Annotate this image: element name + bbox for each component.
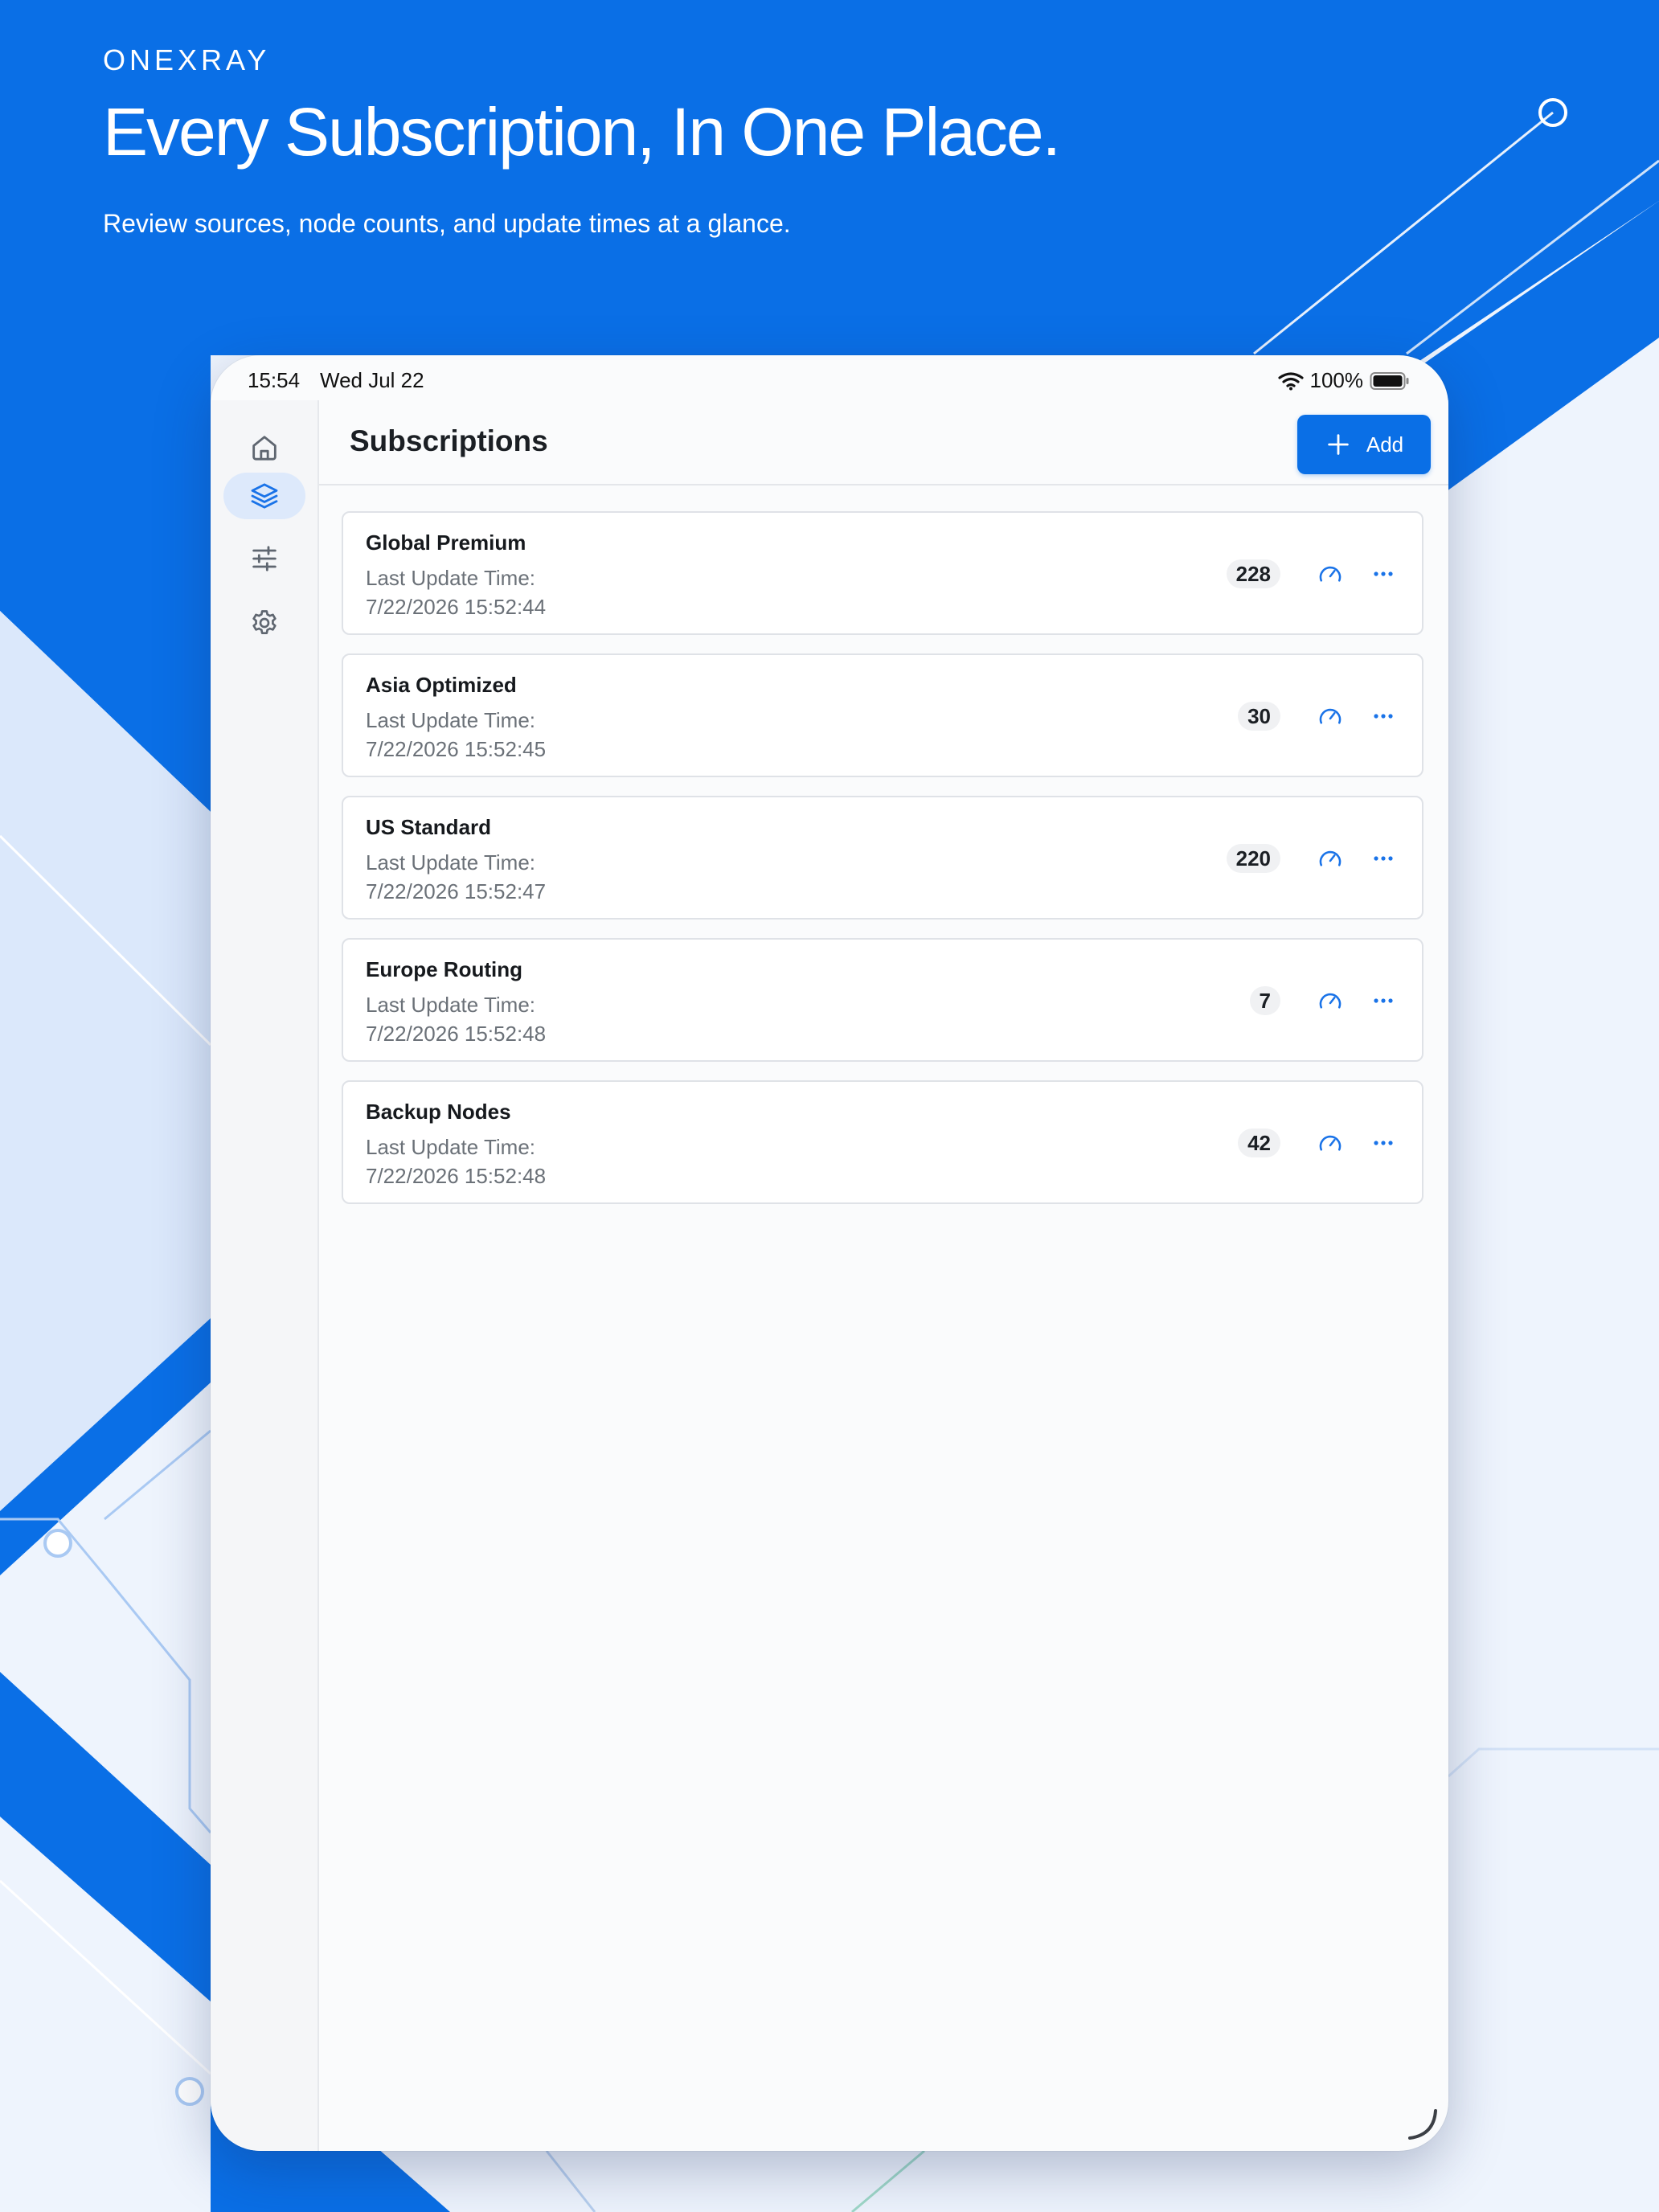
- page-header: Subscriptions Add: [319, 400, 1448, 485]
- add-button-label: Add: [1366, 432, 1404, 457]
- last-update-label: Last Update Time:: [366, 566, 535, 590]
- subheadline: Review sources, node counts, and update …: [103, 209, 791, 238]
- layers-icon: [251, 483, 278, 509]
- last-update-label: Last Update Time:: [366, 993, 535, 1017]
- subscription-card-asia-optimized[interactable]: Asia Optimized Last Update Time: 7/22/20…: [342, 653, 1423, 777]
- brand-name: ONEXRAY: [103, 43, 271, 76]
- plus-icon: [1328, 434, 1349, 455]
- subscription-list: Global Premium Last Update Time: 7/22/20…: [342, 511, 1423, 1223]
- subscription-card-backup-nodes[interactable]: Backup Nodes Last Update Time: 7/22/2026…: [342, 1080, 1423, 1204]
- headline: Every Subscription, In One Place.: [103, 94, 1061, 170]
- node-count-badge: 228: [1226, 559, 1280, 588]
- sidebar-item-home[interactable]: [223, 424, 305, 471]
- sidebar-item-routing[interactable]: [223, 535, 305, 582]
- subscription-name: Global Premium: [366, 530, 526, 555]
- main-content: Subscriptions Add Global Premium Last Up…: [319, 400, 1448, 2151]
- more-icon[interactable]: [1369, 561, 1398, 587]
- subscription-card-global-premium[interactable]: Global Premium Last Update Time: 7/22/20…: [342, 511, 1423, 635]
- subscription-name: Europe Routing: [366, 957, 522, 981]
- status-bar: 15:54 Wed Jul 22 100%: [211, 355, 1448, 400]
- last-update-label: Last Update Time:: [366, 850, 535, 875]
- speedtest-icon[interactable]: [1316, 559, 1345, 588]
- last-update-time: 7/22/2026 15:52:47: [366, 879, 547, 903]
- gear-icon: [252, 610, 276, 634]
- sidebar-item-settings[interactable]: [223, 600, 305, 646]
- tablet-frame: 15:54 Wed Jul 22 100% Subscriptions Add …: [211, 355, 1448, 2151]
- home-icon: [252, 436, 276, 461]
- sidebar-item-subscriptions[interactable]: [223, 473, 305, 519]
- subscription-card-europe-routing[interactable]: Europe Routing Last Update Time: 7/22/20…: [342, 938, 1423, 1062]
- wifi-icon: [1277, 371, 1304, 390]
- speedtest-icon[interactable]: [1316, 702, 1345, 731]
- subscription-name: Backup Nodes: [366, 1100, 511, 1124]
- more-icon[interactable]: [1369, 1130, 1398, 1156]
- battery-icon: [1370, 371, 1409, 390]
- page-title: Subscriptions: [350, 424, 548, 457]
- last-update-label: Last Update Time:: [366, 708, 535, 732]
- speedtest-icon[interactable]: [1316, 986, 1345, 1015]
- resize-handle-icon[interactable]: [1402, 2104, 1442, 2144]
- last-update-time: 7/22/2026 15:52:44: [366, 595, 547, 619]
- speedtest-icon[interactable]: [1316, 1129, 1345, 1157]
- more-icon[interactable]: [1369, 846, 1398, 871]
- last-update-time: 7/22/2026 15:52:45: [366, 737, 547, 761]
- more-icon[interactable]: [1369, 703, 1398, 729]
- sidebar: [211, 400, 319, 2151]
- add-subscription-button[interactable]: Add: [1297, 415, 1431, 474]
- subscription-name: Asia Optimized: [366, 673, 517, 697]
- node-count-badge: 42: [1238, 1129, 1280, 1157]
- sliders-icon: [252, 546, 276, 571]
- node-count-badge: 30: [1238, 702, 1280, 731]
- last-update-time: 7/22/2026 15:52:48: [366, 1022, 547, 1046]
- last-update-time: 7/22/2026 15:52:48: [366, 1164, 547, 1188]
- status-date: Wed Jul 22: [320, 368, 424, 392]
- subscription-card-us-standard[interactable]: US Standard Last Update Time: 7/22/2026 …: [342, 796, 1423, 920]
- node-count-badge: 220: [1226, 844, 1280, 873]
- subscription-name: US Standard: [366, 815, 492, 839]
- node-count-badge: 7: [1249, 986, 1280, 1015]
- speedtest-icon[interactable]: [1316, 844, 1345, 873]
- more-icon[interactable]: [1369, 988, 1398, 1014]
- last-update-label: Last Update Time:: [366, 1135, 535, 1159]
- battery-percent: 100%: [1309, 368, 1364, 392]
- status-time: 15:54: [248, 368, 301, 392]
